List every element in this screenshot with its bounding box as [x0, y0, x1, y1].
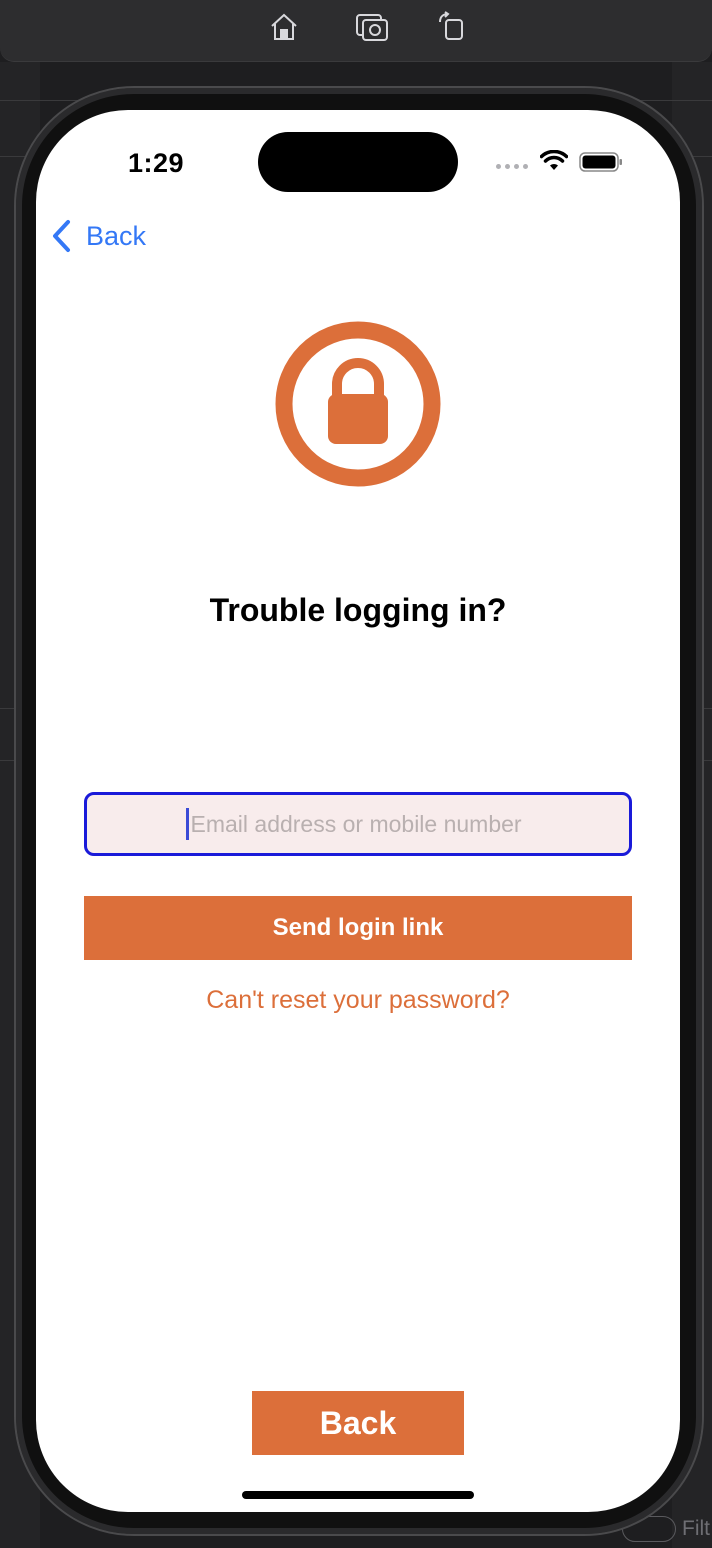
wifi-icon	[540, 150, 568, 170]
phone-screen: 1:29 Back Trouble logging in? Send login…	[36, 110, 680, 1512]
email-field[interactable]	[84, 792, 632, 856]
simulator-toolbar	[0, 0, 712, 62]
chevron-left-icon	[53, 220, 70, 252]
battery-icon	[579, 152, 622, 172]
dynamic-island	[258, 132, 458, 192]
nav-back-button[interactable]: Back	[50, 218, 146, 254]
cellular-signal-icon	[496, 164, 528, 169]
text-caret	[185, 808, 189, 840]
filter-label: Filt	[682, 1517, 710, 1540]
screenshot-icon[interactable]	[355, 10, 389, 44]
send-login-link-button[interactable]: Send login link	[84, 896, 632, 960]
nav-back-label: Back	[86, 220, 147, 251]
page-title: Trouble logging in?	[209, 592, 507, 628]
back-button[interactable]: Back	[252, 1391, 464, 1455]
rotate-icon[interactable]	[436, 10, 470, 44]
lock-icon	[275, 321, 441, 487]
cant-reset-password-link[interactable]: Can't reset your password?	[36, 986, 680, 1015]
home-indicator[interactable]	[242, 1491, 474, 1499]
home-icon[interactable]	[267, 10, 301, 44]
email-input[interactable]	[190, 810, 531, 838]
status-time: 1:29	[128, 148, 185, 178]
